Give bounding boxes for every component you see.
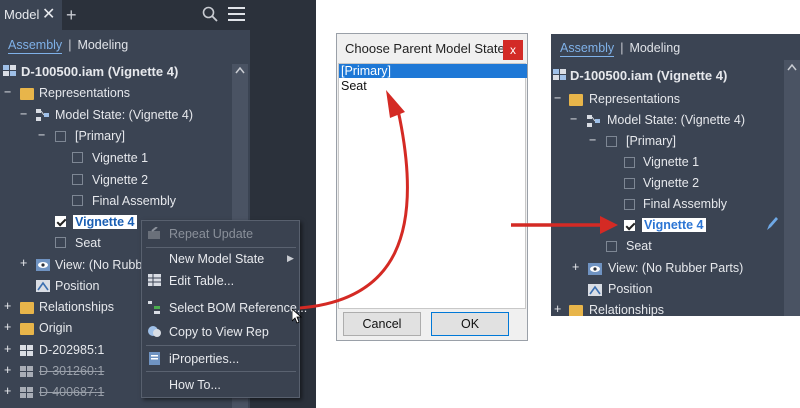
annotation-arrows	[299, 90, 618, 310]
annotation-arrow-curve	[299, 109, 409, 310]
annotation-arrowhead	[600, 216, 618, 234]
annotation-arrowhead	[386, 90, 405, 118]
